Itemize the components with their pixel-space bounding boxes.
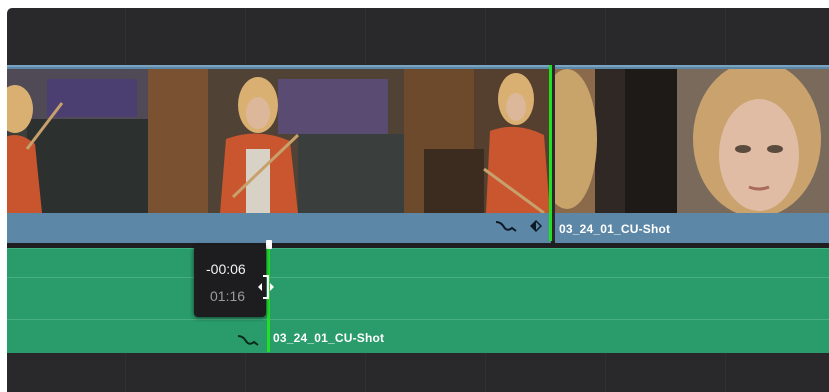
video-clip-outgoing[interactable] [7,65,551,243]
trim-handle[interactable] [266,240,272,249]
clip-thumbnail [555,69,677,213]
clip-thumbnail [677,69,829,213]
keyframe-diamond-icon[interactable] [529,219,543,233]
audio-clip-incoming[interactable]: 03_24_01_CU-Shot [269,248,829,353]
video-track: 03_24_01_CU-Shot [7,65,829,243]
video-clip-incoming[interactable]: 03_24_01_CU-Shot [555,65,829,243]
trim-duration: 01:16 [210,288,246,304]
curve-icon[interactable] [237,333,259,347]
trim-tooltip: -00:06 01:16 [194,245,266,317]
audio-track: 03_24_01_CU-Shot [7,240,829,353]
timeline-panel: 03_24_01_CU-Shot 03_24_01_CU-Shot -00:06… [7,8,829,392]
clip-thumbnail [7,69,148,213]
audio-waveform [7,319,269,320]
edit-point-selection[interactable] [549,65,552,241]
clip-thumbnail [148,69,404,213]
audio-level-line [269,277,829,278]
ripple-trim-cursor-icon [258,275,274,299]
clip-thumbnail [404,69,550,213]
audio-clip-label: 03_24_01_CU-Shot [273,331,385,345]
video-clip-label: 03_24_01_CU-Shot [559,222,671,236]
curve-icon[interactable] [495,219,517,233]
trim-offset: -00:06 [206,261,246,277]
audio-waveform [269,319,829,320]
